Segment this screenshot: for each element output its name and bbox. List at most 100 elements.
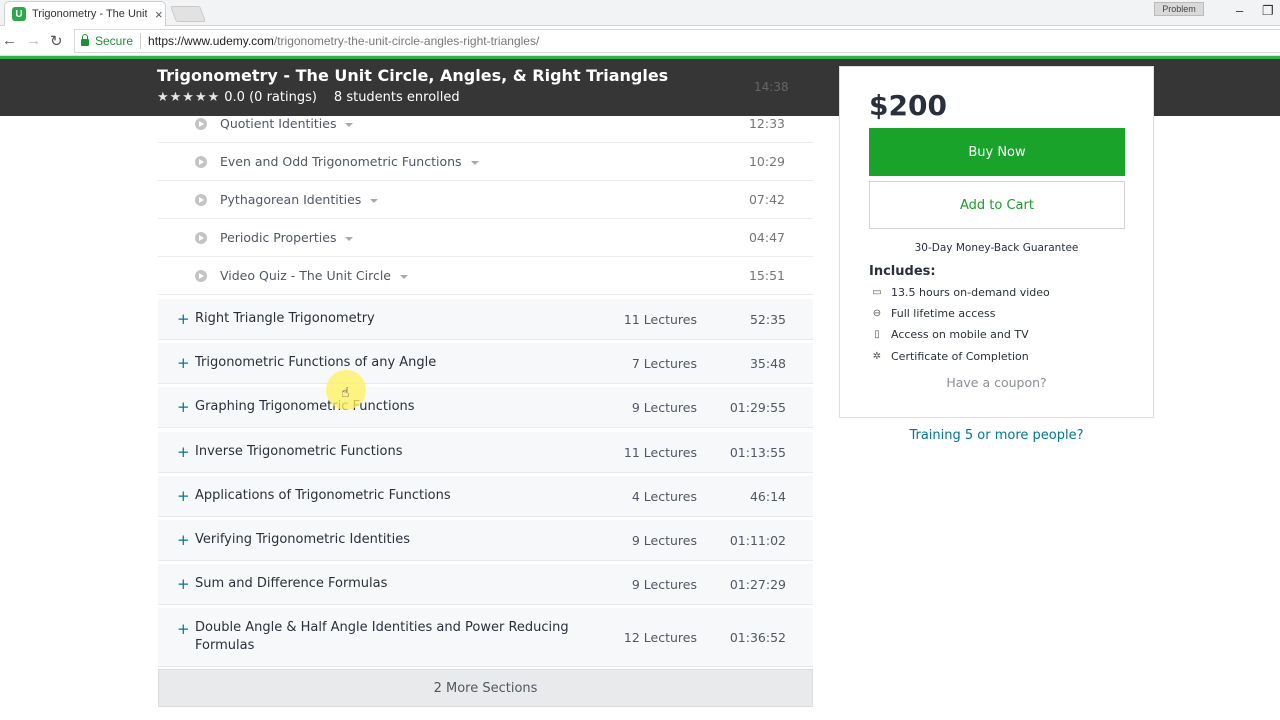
section-lecture-count: 11 Lectures bbox=[623, 311, 697, 327]
url-host: https://www.udemy.com bbox=[148, 34, 274, 48]
include-item: ⊖ Full lifetime access bbox=[871, 307, 996, 320]
lecture-row[interactable]: Even and Odd Trigonometric Functions 10:… bbox=[158, 143, 813, 181]
play-circle-icon bbox=[195, 269, 207, 282]
lecture-duration: 07:42 bbox=[748, 192, 785, 207]
include-item: ▭ 13.5 hours on-demand video bbox=[871, 286, 1050, 299]
lecture-row[interactable]: Video Quiz - The Unit Circle 15:51 bbox=[158, 257, 813, 295]
section-lecture-count: 11 Lectures bbox=[623, 444, 697, 460]
training-link[interactable]: Training 5 or more people? bbox=[839, 428, 1154, 443]
section-row-right-triangle-trigonometry[interactable]: + Right Triangle Trigonometry 11 Lecture… bbox=[158, 299, 813, 340]
hand-cursor-icon: ☝ bbox=[341, 385, 350, 401]
section-duration: 01:13:55 bbox=[729, 444, 786, 460]
more-sections-button[interactable]: 2 More Sections bbox=[158, 669, 813, 707]
url-path: /trigonometry-the-unit-circle-angles-rig… bbox=[273, 34, 540, 48]
lecture-title: Video Quiz - The Unit Circle bbox=[220, 268, 408, 283]
course-title: Trigonometry - The Unit Circle, Angles, … bbox=[157, 66, 669, 85]
plus-icon[interactable]: + bbox=[177, 531, 190, 549]
lecture-title: Periodic Properties bbox=[220, 230, 354, 245]
plus-icon[interactable]: + bbox=[177, 354, 190, 372]
rating-text: 0.0 (0 ratings) bbox=[224, 90, 317, 105]
section-row-graphing[interactable]: + Graphing Trigonometric Functions 9 Lec… bbox=[158, 387, 813, 428]
section-duration: 52:35 bbox=[749, 311, 786, 327]
lock-icon bbox=[81, 34, 89, 46]
lecture-title: Quotient Identities bbox=[220, 116, 354, 131]
minimize-icon[interactable]: – bbox=[1236, 3, 1243, 18]
lecture-duration: 12:33 bbox=[748, 116, 785, 131]
section-row-applications[interactable]: + Applications of Trigonometric Function… bbox=[158, 476, 813, 517]
profile-button[interactable]: Problem bbox=[1154, 2, 1204, 16]
section-duration: 01:36:52 bbox=[729, 629, 786, 645]
lecture-duration: 15:51 bbox=[748, 268, 785, 283]
section-row-verifying[interactable]: + Verifying Trigonometric Identities 9 L… bbox=[158, 520, 813, 561]
include-item: ✲ Certificate of Completion bbox=[871, 350, 1029, 363]
caret-down-icon[interactable] bbox=[345, 122, 354, 127]
url-input[interactable]: Secure https://www.udemy.com /trigonomet… bbox=[74, 29, 1280, 53]
secure-label: Secure bbox=[95, 34, 134, 48]
certificate-icon: ✲ bbox=[872, 351, 882, 362]
divider bbox=[140, 33, 142, 49]
section-duration: 01:29:55 bbox=[729, 399, 786, 415]
section-lecture-count: 12 Lectures bbox=[623, 629, 697, 645]
coupon-link[interactable]: Have a coupon? bbox=[840, 375, 1153, 390]
section-lecture-count: 9 Lectures bbox=[631, 576, 697, 592]
plus-icon[interactable]: + bbox=[177, 575, 190, 593]
play-circle-icon bbox=[195, 117, 207, 130]
section-lecture-count: 4 Lectures bbox=[631, 488, 697, 504]
course-meta: ★★★★★ 0.0 (0 ratings) 8 students enrolle… bbox=[157, 90, 460, 105]
section-duration: 35:48 bbox=[749, 355, 786, 371]
lecture-row[interactable]: Periodic Properties 04:47 bbox=[158, 219, 813, 257]
includes-heading: Includes: bbox=[869, 264, 936, 279]
back-icon[interactable]: ← bbox=[2, 32, 17, 49]
enrolled-count: 8 students enrolled bbox=[333, 90, 460, 105]
udemy-favicon-icon: U bbox=[12, 7, 26, 21]
new-tab-button[interactable] bbox=[170, 6, 206, 22]
course-price: $200 bbox=[869, 89, 947, 122]
infinity-icon: ⊖ bbox=[872, 308, 882, 319]
lecture-row[interactable]: Pythagorean Identities 07:42 bbox=[158, 181, 813, 219]
section-duration: 01:27:29 bbox=[729, 576, 786, 592]
section-duration: 01:11:02 bbox=[729, 532, 786, 548]
money-back-guarantee: 30-Day Money-Back Guarantee bbox=[914, 242, 1079, 254]
maximize-icon[interactable]: ❐ bbox=[1262, 3, 1274, 19]
section-title: Inverse Trigonometric Functions bbox=[195, 444, 403, 459]
plus-icon[interactable]: + bbox=[177, 443, 190, 461]
section-duration: 46:14 bbox=[749, 488, 786, 504]
star-rating-icon: ★★★★★ bbox=[157, 90, 221, 105]
include-text: 13.5 hours on-demand video bbox=[891, 286, 1050, 299]
play-circle-icon bbox=[195, 193, 207, 206]
include-text: Access on mobile and TV bbox=[891, 328, 1029, 341]
section-lecture-count: 9 Lectures bbox=[631, 399, 697, 415]
section-title: Right Triangle Trigonometry bbox=[195, 311, 375, 326]
lecture-duration: 14:38 bbox=[754, 80, 789, 94]
tab-close-icon[interactable]: × bbox=[155, 7, 163, 22]
section-title: Graphing Trigonometric Functions bbox=[195, 399, 415, 414]
purchase-card: $200 Buy Now Add to Cart 30-Day Money-Ba… bbox=[839, 66, 1154, 418]
section-title: Sum and Difference Formulas bbox=[195, 576, 388, 591]
plus-icon[interactable]: + bbox=[177, 620, 190, 638]
plus-icon[interactable]: + bbox=[177, 398, 190, 416]
mobile-icon: ▯ bbox=[874, 329, 880, 340]
plus-icon[interactable]: + bbox=[177, 487, 190, 505]
browser-tab-bar: U Trigonometry - The Unit × Problem – ❐ bbox=[0, 0, 1280, 26]
browser-tab[interactable]: U Trigonometry - The Unit × bbox=[4, 1, 166, 26]
caret-down-icon[interactable] bbox=[470, 160, 479, 165]
tab-title: Trigonometry - The Unit bbox=[32, 8, 147, 20]
lecture-title: Even and Odd Trigonometric Functions bbox=[220, 154, 479, 169]
section-row-functions-any-angle[interactable]: + Trigonometric Functions of any Angle 7… bbox=[158, 343, 813, 384]
include-text: Full lifetime access bbox=[891, 307, 996, 320]
caret-down-icon[interactable] bbox=[400, 274, 408, 279]
section-row-inverse[interactable]: + Inverse Trigonometric Functions 11 Lec… bbox=[158, 432, 813, 473]
add-to-cart-button[interactable]: Add to Cart bbox=[869, 181, 1125, 229]
reload-icon[interactable]: ↻ bbox=[50, 32, 63, 50]
plus-icon[interactable]: + bbox=[177, 310, 190, 328]
section-row-sum-difference[interactable]: + Sum and Difference Formulas 9 Lectures… bbox=[158, 564, 813, 605]
lecture-duration: 04:47 bbox=[748, 230, 785, 245]
buy-now-button[interactable]: Buy Now bbox=[869, 128, 1125, 176]
section-title: Double Angle & Half Angle Identities and… bbox=[195, 620, 569, 653]
caret-down-icon[interactable] bbox=[370, 198, 379, 203]
section-row-double-half-angle[interactable]: + Double Angle & Half Angle Identities a… bbox=[158, 608, 813, 667]
address-bar: ← → ↻ Secure https://www.udemy.com /trig… bbox=[0, 26, 1280, 56]
include-item: ▯ Access on mobile and TV bbox=[871, 328, 1029, 341]
caret-down-icon[interactable] bbox=[345, 236, 354, 241]
forward-icon[interactable]: → bbox=[26, 32, 41, 49]
